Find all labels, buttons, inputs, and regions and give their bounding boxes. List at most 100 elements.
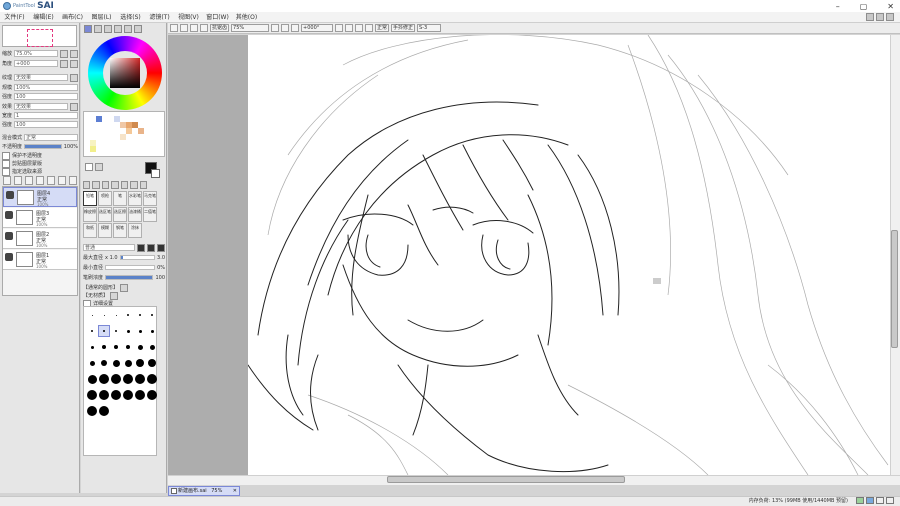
brush-size-swatch[interactable] <box>86 357 98 369</box>
brush-size-slider[interactable] <box>119 255 156 260</box>
rotate-reset-icon[interactable] <box>355 24 364 32</box>
clear-layer-icon[interactable] <box>58 176 66 185</box>
layer-row[interactable]: 图层3 正常 100% <box>3 208 77 228</box>
tool-pen[interactable]: 笔 <box>113 191 127 206</box>
strength2-field[interactable]: 100 <box>14 121 78 128</box>
zoom-out-button[interactable] <box>60 49 68 58</box>
effect-button[interactable] <box>70 102 78 111</box>
brush-size-swatch[interactable] <box>146 389 158 401</box>
tool-eraser[interactable]: 橡皮擦 <box>83 207 97 222</box>
mdi-close-icon[interactable] <box>886 13 894 21</box>
brush-mode-select[interactable]: 普通 <box>83 244 135 251</box>
brush-shape-square-icon[interactable] <box>157 243 165 252</box>
close-icon[interactable]: ✕ <box>887 2 894 11</box>
show-selection-icon[interactable] <box>200 24 208 32</box>
brush-size-swatch[interactable] <box>134 389 146 401</box>
layer-mask-icon[interactable] <box>36 176 44 185</box>
eye-icon[interactable] <box>5 232 13 240</box>
texture-button[interactable] <box>70 73 78 82</box>
brush-size-swatch[interactable] <box>86 389 98 401</box>
tool-airbrush[interactable]: 喷枪 <box>98 191 112 206</box>
select-all-icon[interactable] <box>170 24 178 32</box>
transparent-color-button[interactable] <box>85 163 93 171</box>
gradation-tab[interactable] <box>114 25 122 33</box>
zoom-out-icon[interactable] <box>271 24 280 32</box>
menu-filter[interactable]: 滤镜(T) <box>145 12 174 22</box>
tool-select-eraser[interactable]: 选区擦 <box>113 207 127 222</box>
brush-size-swatch[interactable] <box>86 325 98 337</box>
saturation-value-square[interactable] <box>110 58 140 88</box>
brush-size-swatch[interactable] <box>122 357 134 369</box>
swatch[interactable] <box>90 146 96 152</box>
brush-size-swatch[interactable] <box>86 309 98 321</box>
brush-size-swatch[interactable] <box>86 341 98 353</box>
brush-size-swatch[interactable] <box>122 389 134 401</box>
eye-icon[interactable] <box>5 211 13 219</box>
vertical-scroll-thumb[interactable] <box>891 230 898 348</box>
brush-size-swatch[interactable] <box>134 325 146 337</box>
opacity-slider[interactable] <box>24 144 62 149</box>
antialias-checkbox[interactable]: 抗锯齿 <box>210 24 230 32</box>
tool-select-pen[interactable]: 选区笔 <box>98 207 112 222</box>
maximize-icon[interactable]: ▢ <box>860 2 868 11</box>
brush-size-swatch[interactable] <box>110 389 122 401</box>
new-linework-layer-icon[interactable] <box>14 176 22 185</box>
tool-washi[interactable]: 和纸 <box>83 223 97 238</box>
swatch-tab[interactable] <box>124 25 132 33</box>
tool-watercolor[interactable]: 水彩笔 <box>128 191 142 206</box>
brush-size-swatch[interactable] <box>98 357 110 369</box>
flip-horizontal-icon[interactable] <box>365 24 374 32</box>
rgb-slider-tab[interactable] <box>94 25 102 33</box>
drawing-canvas[interactable] <box>248 35 890 475</box>
tool-marker[interactable]: 马克笔 <box>143 191 157 206</box>
eye-icon[interactable] <box>6 191 14 199</box>
deselect-icon[interactable] <box>180 24 188 32</box>
close-tab-icon[interactable]: ✕ <box>233 487 237 495</box>
tool-pencil[interactable]: 铅笔 <box>83 191 97 206</box>
brush-size-swatch[interactable] <box>98 341 110 353</box>
brush-size-swatch[interactable] <box>122 373 134 385</box>
horizontal-scroll-thumb[interactable] <box>387 476 625 483</box>
brush-size-swatch[interactable] <box>134 373 146 385</box>
brush-size-swatch[interactable] <box>146 373 158 385</box>
swatch[interactable] <box>120 134 126 140</box>
zoom-field[interactable]: 75.0% <box>14 50 58 57</box>
brush-size-swatch[interactable] <box>134 341 146 353</box>
tool-binary-pen[interactable]: 二值笔 <box>143 207 157 222</box>
delete-layer-icon[interactable] <box>69 176 77 185</box>
layer-row[interactable]: 图层2 正常 100% <box>3 229 77 249</box>
width-field[interactable]: 1 <box>14 112 78 119</box>
brush-size-swatch[interactable] <box>134 357 146 369</box>
rotate-ccw-icon[interactable] <box>335 24 344 32</box>
menu-layer[interactable]: 图层(L) <box>87 12 116 22</box>
brush-texture-label[interactable]: 【无材质】 <box>83 292 108 299</box>
tool-ink-pen[interactable]: 钢笔 <box>113 223 127 238</box>
brush-size-swatch[interactable] <box>146 325 158 337</box>
tool-smudge[interactable]: 涂抹 <box>128 223 142 238</box>
menu-edit[interactable]: 编辑(E) <box>29 12 58 22</box>
brush-size-swatch[interactable] <box>98 389 110 401</box>
swap-color-button[interactable] <box>95 163 103 171</box>
brush-shape-label[interactable]: 【通常的圆形】 <box>83 284 118 291</box>
invert-selection-icon[interactable] <box>190 24 198 32</box>
magic-wand-icon[interactable] <box>101 181 110 189</box>
brush-size-swatch[interactable] <box>146 357 158 369</box>
effect-select[interactable]: 无效果 <box>14 103 68 110</box>
rotate-right-button[interactable] <box>70 59 78 68</box>
lasso-icon[interactable] <box>92 181 100 189</box>
menu-view[interactable]: 视图(V) <box>174 12 203 22</box>
tool-blur[interactable]: 模糊 <box>98 223 112 238</box>
brush-size-swatch[interactable] <box>86 405 98 417</box>
brush-size-swatch[interactable] <box>110 357 122 369</box>
brush-size-swatch[interactable] <box>122 341 134 353</box>
brush-size-swatch[interactable] <box>134 309 146 321</box>
swatch[interactable] <box>138 128 144 134</box>
new-layer-icon[interactable] <box>3 176 11 185</box>
secondary-color-swatch[interactable] <box>151 169 160 178</box>
texture-select[interactable]: 无效果 <box>14 74 68 81</box>
mdi-restore-icon[interactable] <box>876 13 884 21</box>
hand-icon[interactable] <box>139 181 147 189</box>
navigator-preview[interactable] <box>2 25 77 47</box>
brush-size-swatch[interactable] <box>122 325 134 337</box>
brush-size-swatch[interactable] <box>110 373 122 385</box>
